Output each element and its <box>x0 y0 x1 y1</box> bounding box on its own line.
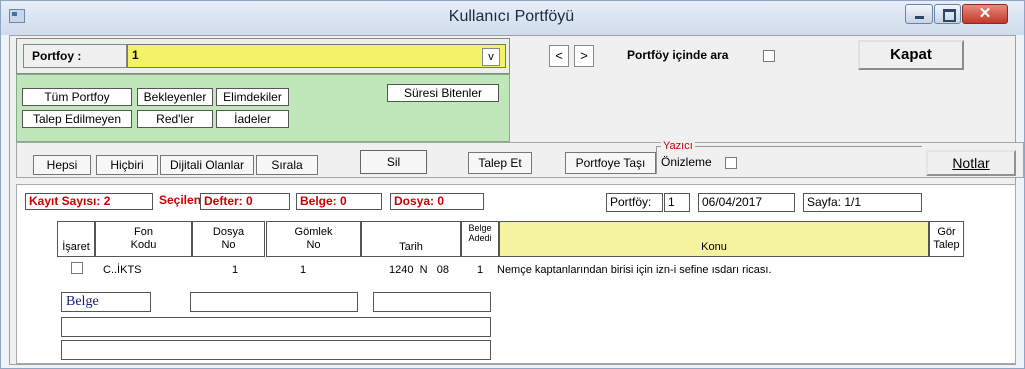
column-header-folder-no[interactable]: Gömlek No <box>266 221 361 257</box>
portfoy-select[interactable]: 1 <box>127 44 506 68</box>
selected-label: Seçilen <box>159 193 202 207</box>
window-title: Kullanıcı Portföyü <box>448 8 575 25</box>
column-header-view-request[interactable]: Gör Talep <box>929 221 964 257</box>
column-header-document-count-bottom: Adedi <box>468 233 492 243</box>
column-header-fund-code[interactable]: Fon Kodu <box>95 221 192 257</box>
column-header-view-request-top: Gör <box>937 226 956 238</box>
select-all-button[interactable]: Hepsi <box>33 155 91 175</box>
column-header-document-count-top: Belge <box>468 223 492 233</box>
cell-fund-code: C..İKTS <box>103 264 142 276</box>
close-button[interactable]: ✕ <box>962 4 1008 24</box>
column-header-folder-no-bottom: No <box>306 239 321 251</box>
next-button[interactable]: > <box>574 45 594 67</box>
selected-ledger-count: Defter: 0 <box>200 193 290 210</box>
column-header-document-count[interactable]: Belge Adedi <box>461 221 499 257</box>
detail-field-4[interactable] <box>61 317 491 337</box>
column-header-subject-label: Konu <box>701 241 727 253</box>
select-none-button[interactable]: Hiçbiri <box>96 155 158 175</box>
column-header-file-no[interactable]: Dosya No <box>192 221 265 257</box>
page-indicator: Sayfa: 1/1 <box>803 193 922 212</box>
printer-group-label: Yazıcı <box>661 140 695 152</box>
filter-pending-button[interactable]: Bekleyenler <box>137 88 213 106</box>
notes-button[interactable]: Notlar <box>926 150 1016 176</box>
column-header-mark-label: İşaret <box>62 241 90 253</box>
selected-file-count: Dosya: 0 <box>390 193 484 210</box>
column-header-fund-code-top: Fon <box>134 226 153 238</box>
filter-not-requested-button[interactable]: Talep Edilmeyen <box>22 110 132 128</box>
column-header-file-no-top: Dosya <box>212 226 245 238</box>
column-header-view-request-bottom: Talep <box>933 239 960 251</box>
chevron-down-icon[interactable]: v <box>482 48 500 66</box>
selected-document-count: Belge: 0 <box>296 193 382 210</box>
filter-returned-button[interactable]: İadeler <box>216 110 289 128</box>
cell-subject: Nemçe kaptanlarından birisi için izn-i s… <box>497 264 772 276</box>
report-date: 06/04/2017 <box>698 193 795 212</box>
filter-expired-button[interactable]: Süresi Bitenler <box>387 84 499 102</box>
filter-rejected-button[interactable]: Red'ler <box>137 110 213 128</box>
select-digital-button[interactable]: Dijitali Olanlar <box>160 155 254 175</box>
filter-in-hand-button[interactable]: Elimdekiler <box>216 88 289 106</box>
column-header-folder-no-top: Gömlek <box>294 226 333 238</box>
cell-file-no: 1 <box>232 264 239 276</box>
maximize-button[interactable] <box>934 4 961 24</box>
cell-date: 1240 N 08 <box>389 264 449 276</box>
request-button[interactable]: Talep Et <box>468 152 532 174</box>
preview-label: Önizleme <box>661 155 712 169</box>
search-in-portfolio-label: Portföy içinde ara <box>627 48 729 62</box>
filter-all-button[interactable]: Tüm Portfoy <box>22 88 132 106</box>
preview-checkbox[interactable] <box>725 157 737 169</box>
sort-button[interactable]: Sırala <box>256 155 318 175</box>
search-in-portfolio-checkbox[interactable] <box>763 50 775 62</box>
portfoy-select-value: 1 <box>132 48 139 62</box>
close-portfolio-button[interactable]: Kapat <box>858 40 964 70</box>
record-count: Kayıt Sayısı: 2 <box>25 193 153 210</box>
column-header-subject[interactable]: Konu <box>499 221 929 257</box>
column-header-date[interactable]: Tarih <box>361 221 461 257</box>
report-portfolio-value: 1 <box>664 193 690 212</box>
report-portfolio-label: Portföy: <box>606 193 663 212</box>
cell-folder-no: 1 <box>300 264 307 276</box>
move-to-portfolio-button[interactable]: Portfoye Taşı <box>565 152 656 174</box>
minimize-button[interactable] <box>905 4 933 24</box>
detail-field-5[interactable] <box>61 340 491 360</box>
cell-document-count: 1 <box>477 264 484 276</box>
column-header-fund-code-bottom: Kodu <box>130 239 157 251</box>
detail-field-3[interactable] <box>373 292 491 312</box>
column-header-mark[interactable]: İşaret <box>57 221 95 257</box>
delete-button[interactable]: Sil <box>360 150 427 174</box>
column-header-file-no-bottom: No <box>221 239 236 251</box>
previous-button[interactable]: < <box>549 45 569 67</box>
close-icon: ✕ <box>978 5 992 22</box>
row-select-checkbox[interactable] <box>71 262 83 274</box>
document-field[interactable]: Belge <box>61 292 151 312</box>
portfoy-label: Portfoy : <box>23 44 127 68</box>
detail-field-2[interactable] <box>190 292 358 312</box>
column-header-date-label: Tarih <box>399 241 423 253</box>
